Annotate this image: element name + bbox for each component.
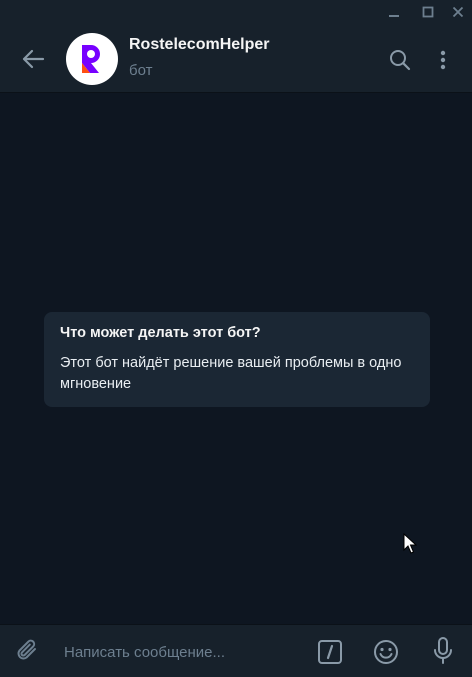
bot-info-description: Этот бот найдёт решение вашей проблемы в… <box>60 355 402 392</box>
voice-message-button[interactable] <box>429 636 457 666</box>
chat-header: RostelecomHelper бот <box>0 24 472 93</box>
minimize-icon[interactable] <box>382 0 406 24</box>
close-icon[interactable] <box>446 0 470 24</box>
bot-commands-button[interactable] <box>316 638 344 666</box>
rostelecom-logo-icon <box>82 45 100 73</box>
smile-icon <box>374 640 398 664</box>
bot-info-title: Что может делать этот бот? <box>60 325 261 341</box>
arrow-left-icon <box>22 49 45 69</box>
chat-title[interactable]: RostelecomHelper <box>129 36 270 54</box>
window-titlebar <box>0 0 472 24</box>
mouse-cursor-icon <box>403 533 417 554</box>
emoji-button[interactable] <box>371 637 401 667</box>
chat-subtitle: бот <box>129 62 153 79</box>
more-button[interactable] <box>433 46 453 74</box>
slash-commands-icon <box>318 640 342 664</box>
search-button[interactable] <box>386 46 414 74</box>
message-input[interactable] <box>62 635 306 669</box>
bot-info-card: Что может делать этот бот? Этот бот найд… <box>44 312 430 407</box>
maximize-icon[interactable] <box>416 0 440 24</box>
paperclip-icon <box>17 639 36 660</box>
back-button[interactable] <box>18 46 48 72</box>
message-composer <box>0 624 472 677</box>
more-vertical-icon <box>440 50 446 70</box>
avatar[interactable] <box>66 33 118 85</box>
microphone-icon <box>434 637 452 664</box>
attach-button[interactable] <box>14 637 42 665</box>
search-icon <box>390 50 411 71</box>
